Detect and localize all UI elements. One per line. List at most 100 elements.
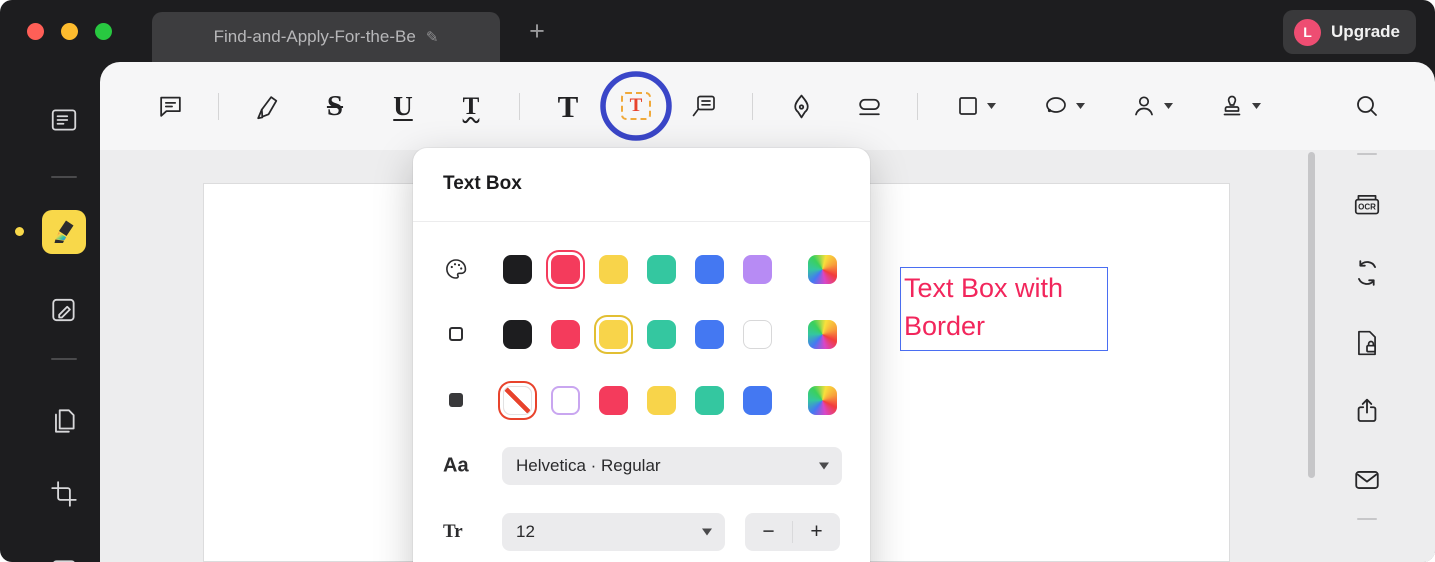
- edit-note-icon: [52, 298, 75, 322]
- color-swatch[interactable]: [647, 385, 676, 415]
- fill-color-swatches: [503, 385, 837, 415]
- rectangle-shape-icon: [959, 97, 977, 115]
- avatar[interactable]: L: [1294, 18, 1322, 46]
- tool-add-text-button[interactable]: T: [534, 78, 602, 134]
- color-swatch[interactable]: [503, 385, 532, 415]
- color-swatch[interactable]: [599, 385, 628, 415]
- strikethrough-icon: S: [326, 89, 344, 122]
- reader-icon: [51, 109, 77, 131]
- color-swatch[interactable]: [503, 319, 532, 349]
- rename-icon[interactable]: ✎: [426, 28, 439, 46]
- convert-icon: [1358, 260, 1376, 286]
- active-indicator-dot: [15, 227, 24, 236]
- tool-pen-button[interactable]: [767, 78, 835, 134]
- left-sidebar: [0, 62, 100, 562]
- increase-font-size-button[interactable]: +: [793, 513, 840, 551]
- scrollbar-thumb[interactable]: [1308, 152, 1315, 478]
- font-family-label: Aa: [443, 454, 469, 477]
- permissions-button[interactable]: [1347, 323, 1387, 363]
- document-tab[interactable]: Find-and-Apply-For-the-Be ✎: [152, 12, 500, 62]
- border-color-row: [413, 319, 870, 349]
- color-swatch[interactable]: [695, 254, 724, 284]
- upgrade-button[interactable]: Upgrade: [1331, 22, 1400, 42]
- color-swatch[interactable]: [647, 319, 676, 349]
- decrease-font-size-button[interactable]: −: [745, 513, 792, 551]
- text-color-swatches: [503, 254, 837, 284]
- file-lock-icon: [1358, 330, 1376, 356]
- chevron-down-icon: [1252, 103, 1261, 109]
- color-swatch[interactable]: [551, 319, 580, 349]
- color-swatch[interactable]: [743, 319, 772, 349]
- minimize-window-button[interactable]: [61, 23, 78, 40]
- search-button[interactable]: [1345, 84, 1389, 128]
- rail-divider: [1357, 153, 1377, 155]
- color-swatch[interactable]: [551, 385, 580, 415]
- tool-text-box-button[interactable]: T: [600, 71, 672, 141]
- tool-squiggly-underline-button[interactable]: T: [437, 78, 505, 134]
- font-size-label: Tr: [443, 521, 463, 542]
- sidebar-item-annotate[interactable]: [42, 210, 86, 254]
- tool-freeform-button[interactable]: [1020, 78, 1108, 134]
- share-button[interactable]: [1347, 391, 1387, 431]
- color-swatch[interactable]: [599, 254, 628, 284]
- sidebar-item-more[interactable]: [42, 550, 86, 562]
- account-upgrade-area[interactable]: L Upgrade: [1283, 10, 1416, 54]
- color-swatch[interactable]: [743, 254, 772, 284]
- color-swatch[interactable]: [808, 319, 837, 349]
- font-family-row: Aa Helvetica · Regular: [413, 447, 870, 485]
- color-swatch[interactable]: [503, 254, 532, 284]
- tool-eraser-button[interactable]: [835, 78, 903, 134]
- color-swatch[interactable]: [695, 385, 724, 415]
- comment-icon: [159, 96, 181, 117]
- font-family-value: Helvetica · Regular: [516, 456, 661, 475]
- color-swatch[interactable]: [551, 254, 580, 284]
- sidebar-item-reader[interactable]: [42, 98, 86, 142]
- font-size-select[interactable]: 12: [502, 513, 725, 551]
- sidebar-item-crop[interactable]: [42, 472, 86, 516]
- search-icon: [1357, 96, 1377, 116]
- color-swatch[interactable]: [647, 254, 676, 284]
- color-swatch[interactable]: [808, 385, 837, 415]
- tool-highlight-button[interactable]: [233, 78, 301, 134]
- tool-underline-button[interactable]: U: [369, 78, 437, 134]
- toolbar-divider: [917, 92, 918, 120]
- mail-button[interactable]: [1347, 460, 1387, 500]
- eraser-icon: [858, 98, 880, 115]
- convert-button[interactable]: [1347, 253, 1387, 293]
- share-icon: [1357, 398, 1377, 422]
- zoom-window-button[interactable]: [95, 23, 112, 40]
- chevron-down-icon: [819, 462, 829, 470]
- canvas-text-box[interactable]: Text Box with Border: [900, 267, 1108, 351]
- tool-signature-button[interactable]: [1108, 78, 1196, 134]
- popup-divider: [413, 221, 870, 222]
- tool-shapes-button[interactable]: [932, 78, 1020, 134]
- font-family-select[interactable]: Helvetica · Regular: [502, 447, 842, 485]
- document-tab-title: Find-and-Apply-For-the-Be: [213, 27, 416, 46]
- sidebar-divider: [51, 358, 77, 360]
- tool-stamp-button[interactable]: [1196, 78, 1284, 134]
- color-swatch[interactable]: [743, 385, 772, 415]
- font-size-row: Tr 12 − +: [413, 513, 870, 551]
- mail-icon: [1355, 471, 1379, 489]
- color-swatch[interactable]: [599, 319, 628, 349]
- oval-shape-icon: [1046, 97, 1066, 113]
- color-swatch[interactable]: [808, 254, 837, 284]
- tool-comment-button[interactable]: [136, 78, 204, 134]
- new-tab-button[interactable]: +: [520, 14, 554, 48]
- close-window-button[interactable]: [27, 23, 44, 40]
- text-color-row: [413, 254, 870, 284]
- squiggly-underline-icon: T: [462, 92, 480, 120]
- chevron-down-icon: [1076, 103, 1085, 109]
- callout-icon: [692, 95, 715, 117]
- highlighter-icon: [54, 220, 74, 243]
- sidebar-item-pages[interactable]: [42, 399, 86, 443]
- tool-strikethrough-button[interactable]: S: [301, 78, 369, 134]
- crop-icon: [51, 481, 77, 507]
- titlebar: Find-and-Apply-For-the-Be ✎ + L Upgrade: [0, 0, 1435, 62]
- ocr-button[interactable]: OCR: [1347, 185, 1387, 225]
- tool-callout-button[interactable]: [670, 78, 738, 134]
- sidebar-item-edit[interactable]: [42, 288, 86, 332]
- color-swatch[interactable]: [695, 319, 724, 349]
- panel-icon: [53, 560, 75, 562]
- sidebar-divider: [51, 176, 77, 178]
